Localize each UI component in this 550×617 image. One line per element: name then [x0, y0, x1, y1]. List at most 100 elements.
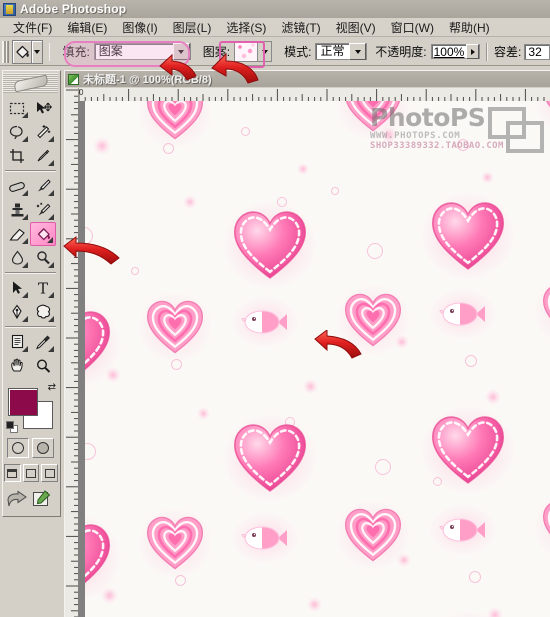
- current-tool-preview-icon[interactable]: [11, 39, 32, 64]
- default-colors-icon[interactable]: [6, 421, 19, 434]
- foreground-color-swatch[interactable]: [8, 388, 38, 416]
- canvas-viewport[interactable]: PhotoPS WWW.PHOTOPS.COM SHOP33389332.TAO…: [78, 101, 550, 617]
- pattern-dropdown-button[interactable]: [257, 42, 272, 61]
- pattern-swirl-heart-motif: [534, 276, 550, 346]
- options-separator-1: [48, 42, 51, 61]
- tool-clone-stamp[interactable]: [4, 198, 30, 222]
- app-title: Adobe Photoshop: [20, 2, 127, 16]
- pattern-picker[interactable]: [234, 41, 273, 62]
- pattern-glow-dot: [481, 171, 494, 184]
- full-screen-menu-icon: [26, 468, 36, 478]
- chevron-down-icon: [354, 49, 361, 54]
- default-foreground-square: [6, 421, 14, 429]
- tool-notes[interactable]: [4, 330, 30, 354]
- tool-history-brush[interactable]: [30, 198, 56, 222]
- tool-lasso[interactable]: [4, 120, 30, 144]
- mode-dropdown-button[interactable]: [349, 43, 367, 60]
- standard-screen-mode-button[interactable]: [4, 464, 21, 482]
- menu-select[interactable]: 选择(S): [219, 18, 273, 37]
- quick-mask-mode-button[interactable]: [32, 438, 54, 458]
- tool-path-selection[interactable]: [4, 276, 30, 300]
- tool-flyout-triangle-icon: [22, 190, 28, 196]
- menu-filter[interactable]: 滤镜(T): [274, 18, 327, 37]
- full-screen-with-menu-button[interactable]: [22, 464, 40, 482]
- tool-healing-brush[interactable]: [4, 174, 30, 198]
- full-screen-mode-button[interactable]: [41, 464, 59, 482]
- tool-blur[interactable]: [4, 246, 30, 270]
- pattern-swirl-heart-motif: [138, 101, 212, 148]
- pattern-glow-dot: [197, 407, 210, 420]
- tool-zoom[interactable]: [30, 354, 56, 378]
- pattern-ring: [457, 139, 469, 151]
- horizontal-ruler[interactable]: 0: [77, 88, 550, 102]
- pattern-ring: [85, 227, 93, 245]
- pattern-ring: [469, 571, 481, 583]
- toolbox-drag-header[interactable]: [3, 73, 58, 93]
- color-swatches: ⇄: [6, 383, 56, 433]
- vertical-ruler[interactable]: [65, 88, 79, 617]
- menu-window[interactable]: 窗口(W): [384, 18, 441, 37]
- standard-mode-button[interactable]: [7, 438, 29, 458]
- tool-flyout-triangle-icon: [48, 346, 54, 352]
- tool-brush[interactable]: [30, 174, 56, 198]
- menu-help[interactable]: 帮助(H): [442, 18, 497, 37]
- tolerance-field[interactable]: 32: [524, 43, 550, 60]
- pattern-ring: [131, 267, 139, 275]
- tool-flyout-triangle-icon: [47, 237, 53, 243]
- chevron-down-icon: [178, 49, 185, 54]
- menu-file[interactable]: 文件(F): [6, 18, 59, 37]
- swap-colors-icon[interactable]: ⇄: [48, 383, 56, 393]
- fill-dropdown[interactable]: 图案: [93, 43, 191, 60]
- tool-flyout-triangle-icon: [22, 136, 28, 142]
- tool-dodge[interactable]: [30, 246, 56, 270]
- pattern-ring: [331, 187, 339, 195]
- tool-slice[interactable]: [30, 144, 56, 168]
- photoshop-logo-icon: [3, 2, 16, 16]
- pattern-glow-dot: [307, 597, 322, 612]
- opacity-label: 不透明度:: [375, 45, 427, 59]
- pattern-heart-motif: [85, 514, 121, 602]
- pattern-heart-motif: [223, 414, 317, 502]
- chevron-down-icon: [34, 49, 41, 54]
- tool-flyout-triangle-icon: [48, 316, 54, 322]
- edit-in-imageready-button[interactable]: [32, 490, 52, 512]
- menu-view[interactable]: 视图(V): [329, 18, 383, 37]
- opacity-value: 100%: [433, 44, 465, 59]
- tool-eraser[interactable]: [4, 222, 30, 246]
- tool-magic-wand[interactable]: [30, 120, 56, 144]
- tool-flyout-triangle-icon: [22, 292, 28, 298]
- tool-move[interactable]: [30, 96, 56, 120]
- tool-row: [4, 174, 57, 198]
- opacity-slider-button[interactable]: [466, 44, 480, 59]
- toolbox-divider-2: [5, 272, 56, 274]
- ruler-origin-label: 0: [79, 88, 84, 97]
- tool-type[interactable]: T: [30, 276, 56, 300]
- chevron-down-icon: [261, 49, 268, 54]
- tool-preset-picker-button[interactable]: [31, 39, 43, 64]
- fill-dropdown-button[interactable]: [172, 43, 190, 60]
- image-canvas[interactable]: [85, 101, 550, 617]
- tool-hand[interactable]: [4, 354, 30, 378]
- tool-eyedropper[interactable]: [30, 330, 56, 354]
- menu-image[interactable]: 图像(I): [115, 18, 164, 37]
- options-bar-grip[interactable]: [2, 40, 9, 63]
- tool-crop[interactable]: [4, 144, 30, 168]
- mode-dropdown[interactable]: 正常: [315, 43, 368, 60]
- tool-paint-bucket[interactable]: [30, 222, 56, 246]
- tool-pen[interactable]: [4, 300, 30, 324]
- opacity-field[interactable]: 100%: [430, 44, 481, 59]
- toolbox-lower-filler: [0, 517, 62, 617]
- document-title-bar[interactable]: 未标题-1 @ 100%(RGB/8): [65, 71, 550, 87]
- tool-row: [4, 120, 57, 144]
- tool-rectangular-marquee[interactable]: [4, 96, 30, 120]
- pattern-swatch-preview[interactable]: [235, 42, 258, 61]
- jump-to-imageready-button[interactable]: [6, 490, 28, 512]
- fill-label: 填充:: [62, 45, 90, 59]
- menu-layer[interactable]: 图层(L): [166, 18, 219, 37]
- toolbox-feather-icon: [12, 74, 49, 92]
- tool-custom-shape[interactable]: [30, 300, 56, 324]
- pattern-swirl-heart-motif: [534, 101, 550, 135]
- tool-row: [4, 300, 57, 324]
- menu-edit[interactable]: 编辑(E): [60, 18, 114, 37]
- pattern-ring: [367, 243, 383, 259]
